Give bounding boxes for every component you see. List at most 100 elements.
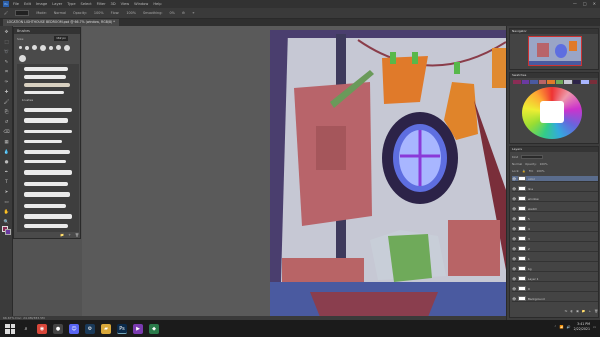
visibility-eye-icon[interactable]: 👁 [512, 257, 516, 261]
symmetry-icon[interactable]: ⚭ [192, 11, 195, 15]
steam-icon[interactable]: ⚙ [85, 323, 95, 334]
obs-icon[interactable]: ● [53, 323, 63, 334]
brush-stroke-preview[interactable] [24, 150, 70, 154]
brush-preset-picker[interactable] [15, 10, 30, 16]
menu-view[interactable]: View [121, 2, 130, 6]
new-layer-icon[interactable]: + [589, 309, 592, 314]
smoothing-value[interactable]: 0% [170, 11, 175, 15]
brush-tip[interactable] [64, 44, 70, 51]
media-icon[interactable]: ▶ [133, 323, 143, 334]
brush-icon[interactable]: 🖌 [3, 100, 10, 105]
menu-window[interactable]: Window [134, 2, 148, 6]
swatch[interactable] [547, 80, 555, 84]
mode-select[interactable]: Normal [54, 11, 66, 15]
canvas[interactable] [270, 30, 506, 317]
brush-tip[interactable] [25, 45, 29, 50]
visibility-eye-icon[interactable]: 👁 [512, 217, 516, 221]
zoom-icon[interactable]: 🔍 [3, 220, 10, 225]
lock-icon[interactable]: 🔒 [522, 169, 525, 173]
folder-icon[interactable]: ▰ [101, 323, 111, 334]
swatch[interactable] [521, 80, 529, 84]
brush-stroke-preview[interactable] [24, 204, 66, 208]
swatch[interactable] [572, 80, 580, 84]
brush-stroke-preview[interactable] [24, 214, 72, 219]
visibility-eye-icon[interactable]: 👁 [512, 267, 516, 271]
blur-icon[interactable]: 💧 [3, 150, 10, 155]
menu-filter[interactable]: Filter [97, 2, 106, 6]
maximize-button[interactable]: □ [583, 1, 587, 6]
quick-select-icon[interactable]: ✎ [3, 60, 10, 65]
menu-help[interactable]: Help [153, 2, 161, 6]
layer-row[interactable]: 👁 sketch [512, 206, 598, 212]
swatch[interactable] [581, 80, 589, 84]
menu-image[interactable]: Image [36, 2, 47, 6]
app-icon[interactable]: ◆ [149, 323, 159, 334]
menu-edit[interactable]: Edit [24, 2, 31, 6]
crop-icon[interactable]: ⌗ [3, 70, 10, 75]
brush-folder-label[interactable]: brushes [22, 98, 33, 102]
blend-mode-select[interactable]: Normal [512, 162, 522, 166]
brush-stroke-preview[interactable] [24, 140, 62, 143]
layer-row[interactable]: 👁 4 [512, 226, 598, 232]
visibility-eye-icon[interactable]: 👁 [512, 237, 516, 241]
trash-icon[interactable]: 🗑 [75, 233, 79, 239]
opacity-value[interactable]: 100% [94, 11, 104, 15]
brush-stroke-preview[interactable] [24, 75, 66, 79]
minimize-button[interactable]: — [573, 1, 577, 6]
background-color-swatch[interactable] [5, 229, 11, 235]
swatch[interactable] [589, 80, 597, 84]
path-select-icon[interactable]: ➤ [3, 190, 10, 195]
layer-row[interactable]: 👁 Background [512, 296, 598, 302]
visibility-eye-icon[interactable]: 👁 [512, 277, 516, 281]
chrome-icon[interactable]: ◉ [37, 323, 47, 334]
brush-stroke-preview[interactable] [24, 160, 66, 163]
clone-stamp-icon[interactable]: ⎘ [3, 110, 10, 115]
layer-opacity-value[interactable]: 100% [540, 162, 548, 166]
menu-3d[interactable]: 3D [111, 2, 116, 6]
layer-row[interactable]: 👁 2 [512, 246, 598, 252]
brush-stroke-preview[interactable] [24, 130, 72, 133]
gear-icon[interactable]: ⚙ [182, 11, 185, 15]
brush-stroke-preview[interactable] [24, 118, 68, 123]
eraser-icon[interactable]: ⌫ [3, 130, 10, 135]
layer-row[interactable]: 👁 3 [512, 236, 598, 242]
layer-row[interactable]: 👁 0 [512, 286, 598, 292]
flow-value[interactable]: 100% [126, 11, 136, 15]
network-icon[interactable]: 📶 [560, 325, 564, 329]
group-icon[interactable]: 📁 [582, 309, 586, 314]
brush-stroke-preview[interactable] [24, 224, 68, 228]
navigator-thumbnail[interactable] [528, 36, 582, 66]
dodge-icon[interactable]: ● [3, 160, 10, 165]
brush-stroke-preview[interactable] [24, 192, 70, 197]
visibility-eye-icon[interactable]: 👁 [512, 247, 516, 251]
visibility-eye-icon[interactable]: 👁 [512, 187, 516, 191]
brush-stroke-preview[interactable] [24, 91, 64, 94]
menu-select[interactable]: Select [81, 2, 92, 6]
brush-stroke-preview[interactable] [24, 170, 72, 175]
rectangle-icon[interactable]: ▭ [3, 200, 10, 205]
brush-stroke-preview[interactable] [24, 108, 72, 112]
document-tab[interactable]: LOCATION LIGHTHOUSE BEDROOM.psd @ 66.7% … [3, 19, 119, 26]
brush-preset-icon[interactable]: 🖌 [4, 11, 8, 15]
brush-tip[interactable] [19, 54, 26, 62]
swatch[interactable] [555, 80, 563, 84]
layer-fill-value[interactable]: 100% [537, 169, 545, 173]
layer-row[interactable]: 👁 window [512, 196, 598, 202]
color-picker-square[interactable] [540, 101, 564, 123]
swatch[interactable] [530, 80, 538, 84]
pen-icon[interactable]: ✒ [3, 170, 10, 175]
brush-tip[interactable] [32, 45, 37, 50]
marquee-icon[interactable]: ⬚ [3, 40, 10, 45]
search-icon[interactable]: ⌕ [21, 323, 31, 334]
volume-icon[interactable]: 🔊 [567, 325, 571, 329]
brush-tip[interactable] [19, 46, 22, 49]
brush-stroke-preview[interactable] [24, 67, 68, 71]
brush-stroke-preview[interactable] [24, 182, 68, 186]
swatch[interactable] [513, 80, 521, 84]
gradient-icon[interactable]: ▦ [3, 140, 10, 145]
brush-size-field[interactable]: 162 px [54, 36, 68, 41]
layer-filter-select[interactable] [521, 154, 544, 159]
move-icon[interactable]: ✥ [3, 30, 10, 35]
discord-icon[interactable]: ☺ [69, 323, 79, 334]
visibility-eye-icon[interactable]: 👁 [512, 207, 516, 211]
